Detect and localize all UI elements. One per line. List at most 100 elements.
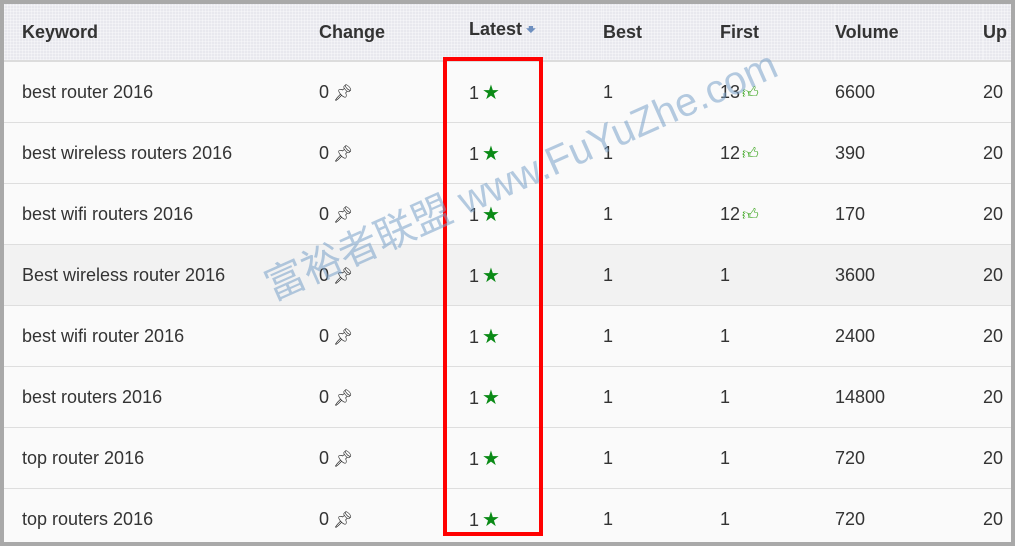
updated-value: 20 bbox=[983, 203, 1004, 224]
first-value: 13 bbox=[720, 81, 741, 102]
keyword-text: top router 2016 bbox=[22, 447, 145, 468]
change-cell: 0 📌︎ bbox=[319, 366, 469, 428]
star-icon: ★ bbox=[482, 264, 500, 287]
latest-cell: 1 ★ bbox=[469, 366, 603, 428]
change-value: 0 bbox=[319, 264, 330, 285]
star-icon: ★ bbox=[482, 325, 500, 348]
latest-cell: 1 ★ bbox=[469, 61, 603, 123]
volume-cell: 6600 bbox=[835, 61, 983, 123]
updated-value: 20 bbox=[983, 508, 1004, 529]
latest-value: 1 bbox=[469, 326, 480, 347]
star-icon: ★ bbox=[482, 142, 500, 165]
volume-cell: 3600 bbox=[835, 244, 983, 306]
sort-down-arrow-icon[interactable]: 🠻 bbox=[526, 22, 536, 39]
keyword-text: best wireless routers 2016 bbox=[22, 142, 233, 163]
first-value: 1 bbox=[720, 447, 731, 468]
updated-cell: 20 bbox=[983, 183, 1011, 245]
change-value: 0 bbox=[319, 203, 330, 224]
volume-value: 720 bbox=[835, 508, 866, 529]
star-icon: ★ bbox=[482, 203, 500, 226]
updated-cell: 20 bbox=[983, 122, 1011, 184]
table-row[interactable]: top router 2016 0 📌︎ 1 ★ 1 1 720 20 bbox=[4, 427, 1011, 489]
keyword-cell: top router 2016 bbox=[4, 427, 319, 489]
keyword-text: best routers 2016 bbox=[22, 386, 163, 407]
volume-value: 390 bbox=[835, 142, 866, 163]
change-cell: 0 📌︎ bbox=[319, 305, 469, 367]
column-label: Up bbox=[983, 21, 1007, 42]
updated-value: 20 bbox=[983, 142, 1004, 163]
pushpin-icon: 📌︎ bbox=[333, 511, 354, 529]
updated-cell: 20 bbox=[983, 244, 1011, 306]
keyword-text: best wifi router 2016 bbox=[22, 325, 185, 346]
keyword-text: best router 2016 bbox=[22, 81, 154, 102]
first-value: 1 bbox=[720, 508, 731, 529]
best-cell: 1 bbox=[603, 122, 720, 184]
volume-cell: 2400 bbox=[835, 305, 983, 367]
change-value: 0 bbox=[319, 81, 330, 102]
change-value: 0 bbox=[319, 325, 330, 346]
first-cell: 12 👍︎ bbox=[720, 122, 835, 184]
table-row[interactable]: Best wireless router 2016 0 📌︎ 1 ★ 1 1 3600 20 bbox=[4, 244, 1011, 306]
column-keyword[interactable]: Keyword bbox=[4, 4, 319, 62]
keyword-cell: best wifi router 2016 bbox=[4, 305, 319, 367]
pushpin-icon: 📌︎ bbox=[333, 389, 354, 407]
best-value: 1 bbox=[603, 508, 614, 529]
change-cell: 0 📌︎ bbox=[319, 183, 469, 245]
change-cell: 0 📌︎ bbox=[319, 488, 469, 542]
change-cell: 0 📌︎ bbox=[319, 244, 469, 306]
column-first[interactable]: First bbox=[720, 4, 835, 62]
best-cell: 1 bbox=[603, 427, 720, 489]
best-cell: 1 bbox=[603, 244, 720, 306]
volume-value: 14800 bbox=[835, 386, 886, 407]
keyword-text: Best wireless router 2016 bbox=[22, 264, 226, 285]
updated-value: 20 bbox=[983, 81, 1004, 102]
latest-cell: 1 ★ bbox=[469, 305, 603, 367]
star-icon: ★ bbox=[482, 508, 500, 531]
best-value: 1 bbox=[603, 447, 614, 468]
table-row[interactable]: best router 2016 0 📌︎ 1 ★ 1 13 👍︎ 6600 20 bbox=[4, 61, 1011, 123]
column-change[interactable]: Change bbox=[319, 4, 469, 62]
best-value: 1 bbox=[603, 386, 614, 407]
best-value: 1 bbox=[603, 81, 614, 102]
updated-value: 20 bbox=[983, 325, 1004, 346]
pushpin-icon: 📌︎ bbox=[333, 206, 354, 224]
volume-cell: 14800 bbox=[835, 366, 983, 428]
latest-value: 1 bbox=[469, 265, 480, 286]
column-label: Best bbox=[603, 21, 643, 42]
best-cell: 1 bbox=[603, 61, 720, 123]
volume-cell: 720 bbox=[835, 427, 983, 489]
first-cell: 13 👍︎ bbox=[720, 61, 835, 123]
updated-cell: 20 bbox=[983, 427, 1011, 489]
table-row[interactable]: best routers 2016 0 📌︎ 1 ★ 1 1 14800 20 bbox=[4, 366, 1011, 428]
column-updated[interactable]: Up bbox=[983, 4, 1011, 62]
column-label: Keyword bbox=[22, 21, 99, 42]
latest-cell: 1 ★ bbox=[469, 183, 603, 245]
updated-value: 20 bbox=[983, 386, 1004, 407]
column-latest[interactable]: Latest 🠻 bbox=[469, 4, 603, 62]
column-label: First bbox=[720, 21, 760, 42]
pushpin-icon: 📌︎ bbox=[333, 450, 354, 468]
change-value: 0 bbox=[319, 142, 330, 163]
column-best[interactable]: Best bbox=[603, 4, 720, 62]
best-value: 1 bbox=[603, 325, 614, 346]
volume-cell: 390 bbox=[835, 122, 983, 184]
keyword-cell: top routers 2016 bbox=[4, 488, 319, 542]
column-label: Change bbox=[319, 21, 386, 42]
table-header: Keyword Change Latest 🠻 Best First Volume… bbox=[4, 4, 1011, 62]
rankings-table-panel: Keyword Change Latest 🠻 Best First Volume… bbox=[4, 4, 1011, 542]
best-cell: 1 bbox=[603, 488, 720, 542]
latest-cell: 1 ★ bbox=[469, 244, 603, 306]
change-value: 0 bbox=[319, 508, 330, 529]
table-row[interactable]: best wifi routers 2016 0 📌︎ 1 ★ 1 12 👍︎ 170 20 bbox=[4, 183, 1011, 245]
table-row[interactable]: best wifi router 2016 0 📌︎ 1 ★ 1 1 2400 20 bbox=[4, 305, 1011, 367]
updated-cell: 20 bbox=[983, 366, 1011, 428]
volume-value: 720 bbox=[835, 447, 866, 468]
table-row[interactable]: top routers 2016 0 📌︎ 1 ★ 1 1 720 20 bbox=[4, 488, 1011, 542]
thumbs-up-icon: 👍︎ bbox=[742, 206, 759, 224]
best-value: 1 bbox=[603, 142, 614, 163]
table-row[interactable]: best wireless routers 2016 0 📌︎ 1 ★ 1 12 👍︎ 390 2… bbox=[4, 122, 1011, 184]
thumbs-up-icon: 👍︎ bbox=[742, 145, 759, 163]
column-volume[interactable]: Volume bbox=[835, 4, 983, 62]
volume-cell: 170 bbox=[835, 183, 983, 245]
keyword-cell: best routers 2016 bbox=[4, 366, 319, 428]
